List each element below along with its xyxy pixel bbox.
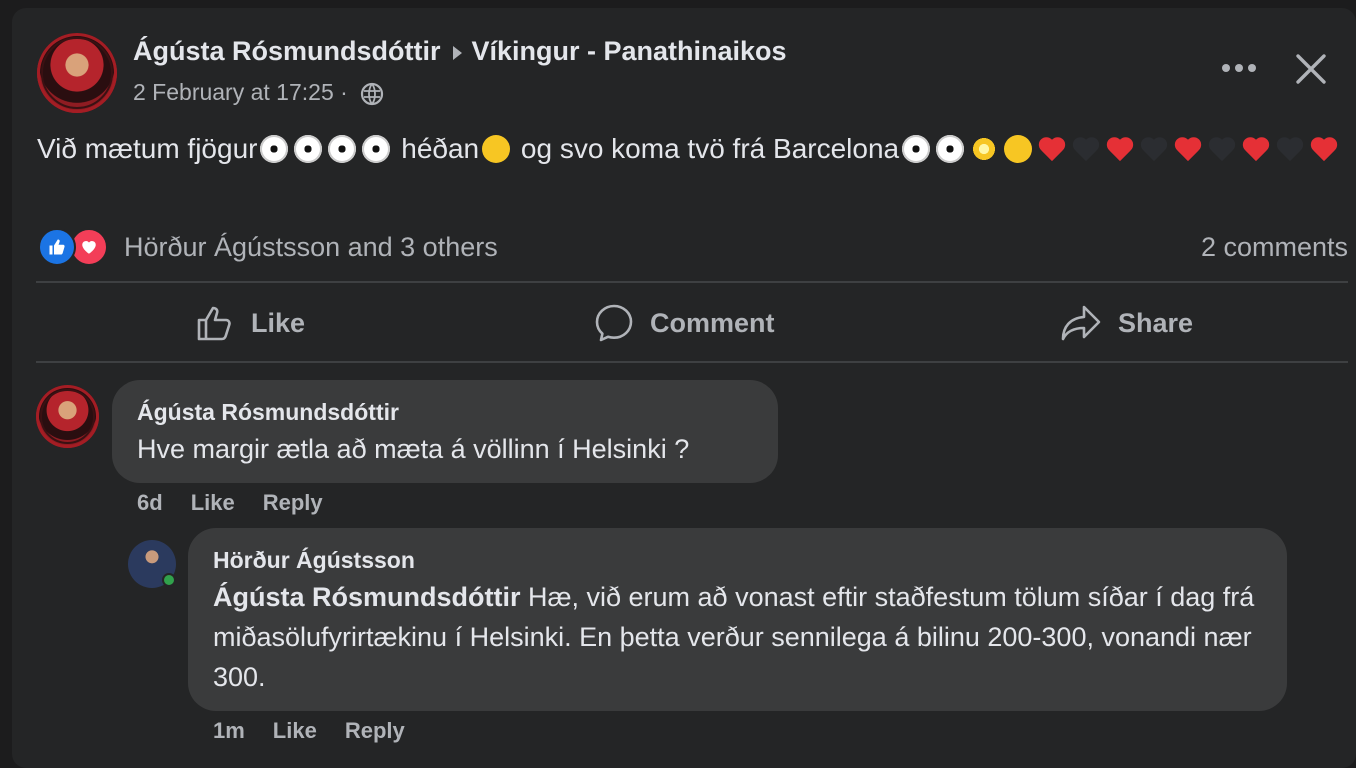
share-button[interactable]: Share	[1060, 300, 1193, 346]
reply-like-button[interactable]: Like	[273, 718, 317, 743]
red-heart-emoji	[1310, 135, 1338, 163]
soccer-ball-emoji	[902, 135, 931, 163]
comments-count[interactable]: 2 comments	[1201, 232, 1348, 263]
triangle-arrow-icon	[452, 45, 462, 60]
like-label: Like	[251, 307, 306, 338]
red-heart-emoji	[1106, 135, 1134, 163]
black-heart-emoji	[1208, 135, 1236, 163]
author-name[interactable]: Ágústa Rósmundsdóttir	[133, 36, 441, 66]
comment-text: Hve margir ætla að mæta á völlinn í Hels…	[137, 434, 690, 464]
group-name[interactable]: Víkingur - Panathinaikos	[472, 36, 787, 66]
reply-text: Ágústa Rósmundsdóttir Hæ, við erum að vo…	[213, 577, 1263, 697]
black-heart-emoji	[1140, 135, 1168, 163]
red-heart-emoji	[1242, 135, 1270, 163]
comment-button[interactable]: Comment	[594, 300, 775, 346]
mention-tag[interactable]: Ágústa Rósmundsdóttir	[213, 582, 521, 612]
comment-reply-button[interactable]: Reply	[263, 490, 323, 515]
meta-separator: ·	[340, 79, 348, 105]
post-meta: 2 February at 17:25 ·	[133, 79, 384, 106]
comment-author[interactable]: Ágústa Rósmundsdóttir	[137, 399, 399, 426]
comment-actions: 6d Like Reply	[137, 490, 351, 516]
like-reaction-icon	[38, 228, 76, 266]
soccer-ball-emoji	[936, 135, 965, 163]
soccer-ball-emoji	[328, 135, 357, 163]
more-options-icon[interactable]	[1222, 56, 1262, 80]
reply-actions: 1m Like Reply	[213, 718, 433, 744]
divider	[36, 361, 1348, 363]
soccer-ball-emoji	[294, 135, 323, 163]
star-struck-emoji	[482, 135, 511, 163]
reaction-icons[interactable]	[38, 228, 108, 266]
soccer-ball-emoji	[362, 135, 391, 163]
online-status-dot	[162, 573, 176, 587]
reply-author[interactable]: Hörður Ágústsson	[213, 547, 415, 574]
glowing-star-emoji	[970, 135, 999, 163]
red-heart-emoji	[1038, 135, 1066, 163]
close-icon[interactable]	[1292, 50, 1330, 88]
like-button[interactable]: Like	[195, 300, 305, 346]
black-heart-emoji	[1072, 135, 1100, 163]
globe-icon	[361, 82, 384, 106]
comment-label: Comment	[650, 307, 775, 338]
post-timestamp[interactable]: 2 February at 17:25	[133, 79, 334, 105]
author-avatar[interactable]	[37, 33, 117, 113]
red-heart-emoji	[1174, 135, 1202, 163]
commenter-avatar[interactable]	[36, 385, 99, 448]
black-heart-emoji	[1276, 135, 1304, 163]
reactions-summary[interactable]: Hörður Ágústsson and 3 others	[124, 232, 498, 263]
thumbs-up-icon	[197, 306, 231, 341]
post-header: Ágústa Rósmundsdóttir Víkingur - Panathin…	[133, 36, 787, 67]
comment-bubble-icon	[595, 304, 633, 342]
kissing-face-emoji	[1004, 135, 1033, 163]
share-label: Share	[1118, 307, 1194, 338]
comment-time[interactable]: 6d	[137, 490, 163, 515]
reply-reply-button[interactable]: Reply	[345, 718, 405, 743]
share-arrow-icon	[1061, 305, 1101, 341]
post-text: Við mætum fjögur héðan og svo koma tvö f…	[37, 128, 1342, 170]
comment-like-button[interactable]: Like	[191, 490, 235, 515]
reply-time[interactable]: 1m	[213, 718, 245, 743]
divider	[36, 281, 1348, 283]
soccer-ball-emoji	[260, 135, 289, 163]
